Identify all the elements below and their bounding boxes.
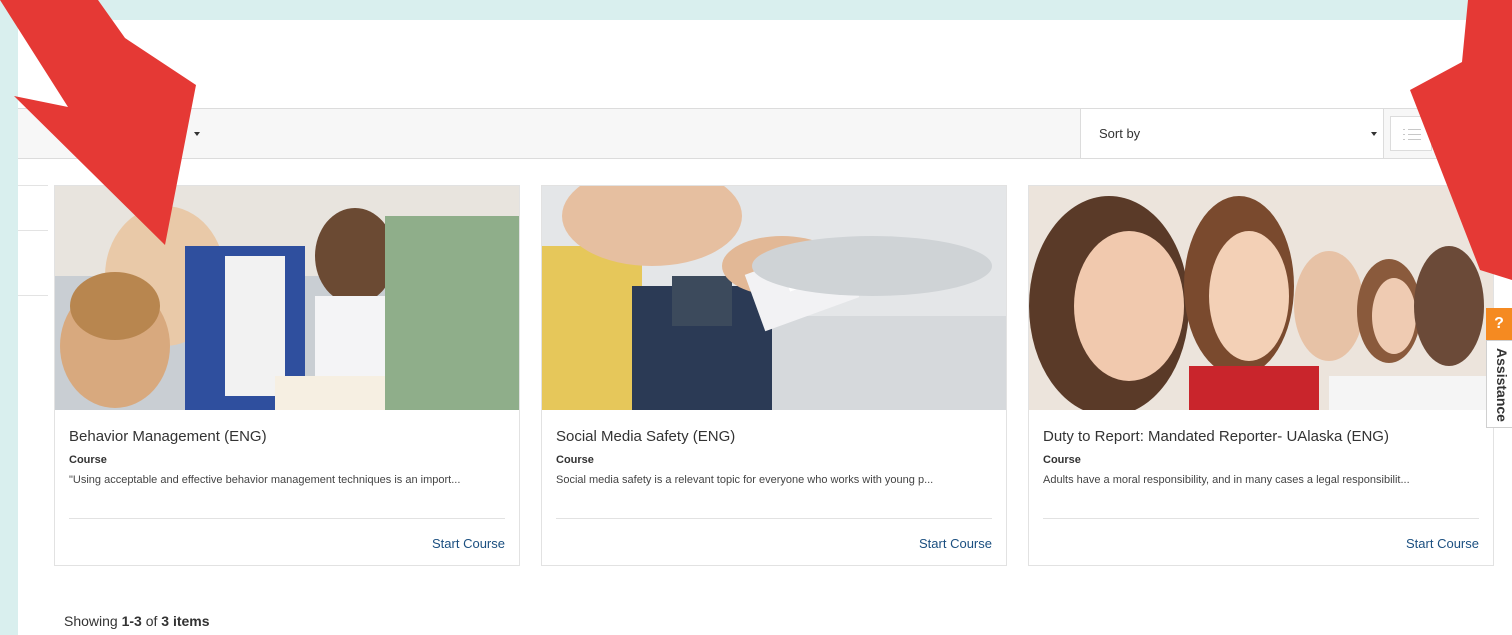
sort-dropdown[interactable]: Sort by <box>1080 109 1384 158</box>
course-title[interactable]: Duty to Report: Mandated Reporter- UAlas… <box>1043 428 1389 445</box>
course-description: "Using acceptable and effective behavior… <box>69 474 461 486</box>
start-course-link[interactable]: Start Course <box>1406 536 1479 551</box>
course-card[interactable]: Social Media Safety (ENG) Course Social … <box>541 185 1007 566</box>
help-icon[interactable]: ? <box>1486 308 1512 340</box>
annotation-arrow-icon <box>1410 0 1512 280</box>
course-image <box>542 186 1006 410</box>
course-description: Social media safety is a relevant topic … <box>556 474 934 486</box>
divider <box>69 518 505 519</box>
pagination-summary: Showing 1-3 of 3 items <box>64 613 210 629</box>
start-course-link[interactable]: Start Course <box>919 536 992 551</box>
catalog-toolbar: Sort by <box>18 108 1512 159</box>
course-type: Course <box>69 454 107 466</box>
course-catalog-page: Sort by Behavior Management (ENG) Course… <box>18 20 1512 635</box>
course-description: Adults have a moral responsibility, and … <box>1043 474 1410 486</box>
divider <box>1043 518 1479 519</box>
course-title[interactable]: Social Media Safety (ENG) <box>556 428 735 445</box>
sort-dropdown-label: Sort by <box>1099 126 1141 141</box>
assistance-tab[interactable]: Assistance <box>1486 340 1512 428</box>
course-type: Course <box>1043 454 1081 466</box>
annotation-arrow-icon <box>0 0 196 245</box>
divider <box>556 518 992 519</box>
course-title[interactable]: Behavior Management (ENG) <box>69 428 267 445</box>
assistance-label: Assistance <box>1494 348 1510 422</box>
start-course-link[interactable]: Start Course <box>432 536 505 551</box>
caret-down-icon <box>1371 132 1377 136</box>
course-type: Course <box>556 454 594 466</box>
